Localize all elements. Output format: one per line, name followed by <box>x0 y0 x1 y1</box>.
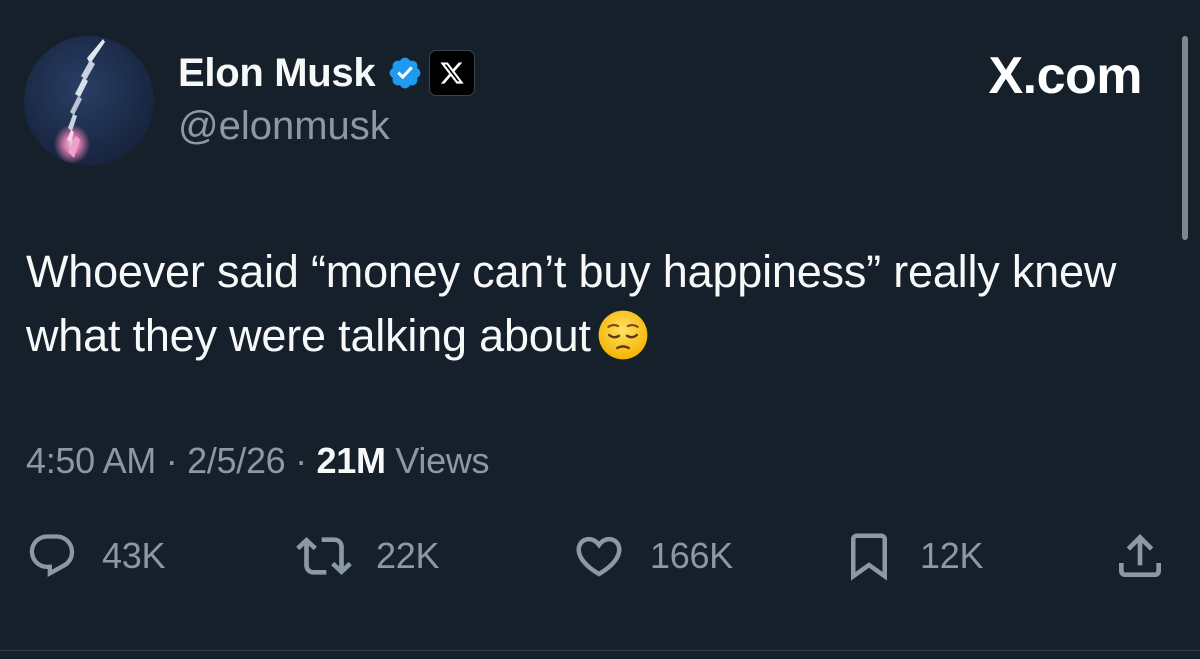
bookmark-button[interactable]: 12K <box>842 528 983 584</box>
tweet-text-content: Whoever said “money can’t buy happiness”… <box>26 246 1117 361</box>
reply-button[interactable]: 43K <box>26 528 165 584</box>
like-count: 166K <box>650 535 733 576</box>
meta-separator: · <box>165 440 178 481</box>
share-icon <box>1119 534 1161 577</box>
meta-separator: · <box>295 440 307 481</box>
x-logo-icon[interactable] <box>429 50 476 96</box>
author-handle[interactable]: @elonmusk <box>178 104 390 149</box>
pensive-face-emoji-icon <box>597 309 649 361</box>
rocket-launch-image <box>54 39 105 164</box>
tweet-actions: 43K 22K 166K 12K <box>0 528 1200 588</box>
tweet-time[interactable]: 4:50 AM <box>26 440 156 481</box>
repost-button[interactable]: 22K <box>296 528 439 584</box>
tweet-metadata: 4:50 AM · 2/5/26 · 21M Views <box>26 440 490 482</box>
avatar[interactable] <box>24 36 154 166</box>
like-button[interactable]: 166K <box>572 528 733 584</box>
views-label: Views <box>395 440 490 481</box>
tweet-text: Whoever said “money can’t buy happiness”… <box>26 240 1156 368</box>
reply-icon <box>29 534 75 578</box>
tweet-date[interactable]: 2/5/26 <box>187 440 286 481</box>
verified-badge-icon[interactable] <box>387 55 423 91</box>
reply-count: 43K <box>102 535 166 576</box>
author-display-name[interactable]: Elon Musk <box>178 51 376 96</box>
scrollbar[interactable] <box>1182 36 1188 240</box>
bookmark-count: 12K <box>920 535 984 576</box>
tweet-card: Elon Musk @elonmusk X.com Whoever said “… <box>0 0 1200 659</box>
repost-icon <box>296 537 352 575</box>
repost-count: 22K <box>376 535 440 576</box>
views-count[interactable]: 21M <box>317 440 386 481</box>
bookmark-icon <box>851 533 887 581</box>
divider <box>0 650 1200 651</box>
share-button[interactable] <box>1112 528 1168 584</box>
author-name-row: Elon Musk <box>178 50 476 96</box>
brand-watermark: X.com <box>988 47 1142 105</box>
heart-icon <box>576 536 622 577</box>
